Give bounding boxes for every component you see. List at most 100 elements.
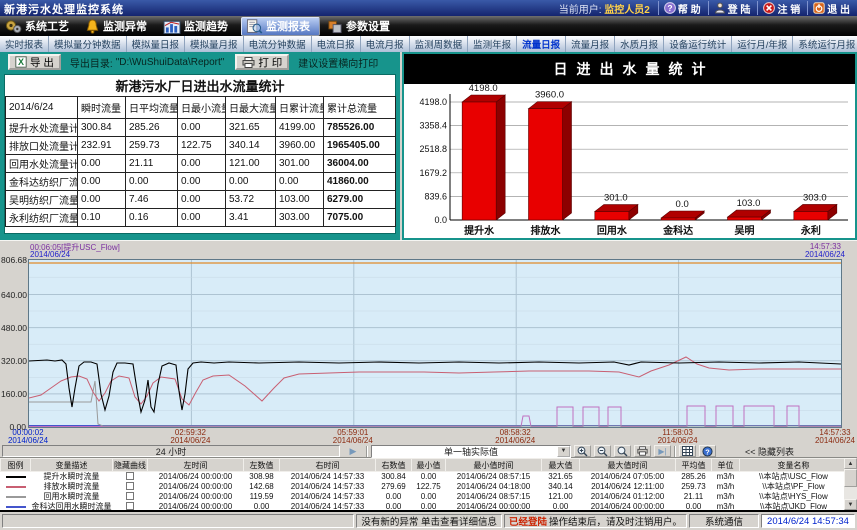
zoom-in-button[interactable]: [574, 445, 591, 457]
grid-cell: 2014/06/24 00:00:00: [446, 502, 542, 512]
hide-curve-checkbox[interactable]: [126, 502, 134, 510]
report-cell: 285.26: [126, 119, 178, 137]
play-button[interactable]: ▶: [343, 446, 363, 457]
subtab-8[interactable]: 监测周数据: [410, 36, 469, 52]
grid-cell: \\本站点\USC_Flow: [740, 472, 848, 483]
grid-cell: 2014/06/24 07:05:00: [580, 472, 676, 483]
grid-scrollbar[interactable]: ▲ ▼: [844, 458, 857, 510]
print-hint: 建议设置横向打印: [298, 55, 378, 70]
bar-ytick-label: 2518.8: [419, 144, 447, 154]
menu-item-alarm-monitor[interactable]: 监测异常: [82, 17, 156, 36]
export-button[interactable]: X 导 出: [8, 54, 61, 70]
subtab-13[interactable]: 设备运行统计: [664, 36, 732, 52]
zoom-reset-icon: [617, 446, 628, 457]
grid-cell: m3/h: [712, 482, 740, 492]
report-cell: 3.41: [226, 209, 276, 227]
subtab-2[interactable]: 模拟量分钟数据: [49, 36, 127, 52]
main-menubar: 系统工艺 监测异常 监测趋势 监测报表 参数设置: [0, 16, 857, 36]
zoom-in-icon: [577, 446, 588, 457]
trend-help-button[interactable]: ?: [699, 445, 716, 457]
grid-cell: 2014/06/24 14:57:33: [280, 482, 376, 492]
subtab-12[interactable]: 水质月报: [615, 36, 664, 52]
grid-column-header: 平均值: [676, 459, 712, 472]
subtab-15[interactable]: 系统运行月报: [793, 36, 857, 52]
grid-cell: 2014/06/24 14:57:33: [280, 492, 376, 502]
logout-button[interactable]: 注 销: [757, 1, 805, 15]
status-comm: 系统通信: [689, 514, 759, 528]
grid-cell: 308.98: [244, 472, 280, 483]
hide-curve-checkbox[interactable]: [126, 472, 134, 480]
show-table-button[interactable]: [679, 445, 696, 457]
grid-cell: 21.11: [676, 492, 712, 502]
bar-category-label: 金科达: [662, 224, 693, 237]
grid-legend-cell: [1, 482, 31, 492]
hide-list-toggle[interactable]: << 隐藏列表: [745, 445, 794, 458]
subtab-1[interactable]: 实时报表: [0, 36, 49, 52]
report-cell: 232.91: [78, 137, 126, 155]
grid-desc-cell: 提升水瞬时流量: [31, 472, 113, 483]
print-button[interactable]: 打 印: [235, 54, 289, 70]
exit-button[interactable]: 退 出: [807, 1, 855, 15]
hide-curve-checkbox[interactable]: [126, 492, 134, 500]
menu-item-system-process[interactable]: 系统工艺: [2, 17, 78, 36]
menu-item-parameter-settings[interactable]: 参数设置: [324, 17, 399, 36]
scroll-up-button[interactable]: ▲: [844, 458, 857, 469]
bar-side-face: [496, 95, 505, 220]
trend-print-button[interactable]: [634, 445, 651, 457]
report-cell: 0.00: [178, 119, 226, 137]
legend-line: [6, 476, 26, 478]
grid-column-header: 最大值: [542, 459, 580, 472]
zoom-out-button[interactable]: [594, 445, 611, 457]
grid-cell: 0.00: [676, 502, 712, 512]
report-subtabs: 实时报表模拟量分钟数据模拟量日报模拟量月报电流分钟数据电流日报电流月报监测周数据…: [0, 36, 857, 52]
step-forward-button[interactable]: ▶|: [654, 445, 671, 457]
subtab-11[interactable]: 流量月报: [566, 36, 615, 52]
subtab-10[interactable]: 流量日报: [517, 36, 566, 52]
menu-item-report[interactable]: 监测报表: [241, 17, 320, 36]
status-alarm-message[interactable]: 没有新的异常 单击查看详细信息: [356, 514, 502, 528]
grid-column-header: 右时间: [280, 459, 376, 472]
trend-plot-area[interactable]: [28, 259, 842, 428]
scroll-down-button[interactable]: ▼: [844, 499, 857, 510]
chevron-down-icon[interactable]: ▼: [557, 446, 570, 457]
subtab-3[interactable]: 模拟量日报: [127, 36, 186, 52]
bar-ytick-label: 1679.2: [419, 168, 447, 178]
menu-item-trend-monitor[interactable]: 监测趋势: [160, 17, 237, 36]
grid-cell: m3/h: [712, 492, 740, 502]
grid-column-header: 左数值: [244, 459, 280, 472]
trend-xtick-label: 05:59:012014/06/24: [333, 429, 373, 445]
help-button[interactable]: ? 帮 助: [658, 1, 706, 15]
subtab-4[interactable]: 模拟量月报: [185, 36, 244, 52]
table-row: 提升水处流量计300.84285.260.00321.654199.007855…: [6, 119, 396, 137]
bar-value-label: 303.0: [803, 192, 827, 203]
help-icon: ?: [702, 446, 713, 457]
subtab-6[interactable]: 电流日报: [312, 36, 361, 52]
trend-duration-box[interactable]: 24 小时: [2, 445, 340, 457]
table-row: 金科达纺织厂流量计0.000.000.000.000.0041860.00: [6, 173, 396, 191]
subtab-7[interactable]: 电流月报: [361, 36, 410, 52]
grid-cell: 0.00: [244, 502, 280, 512]
window-titlebar: 新港污水处理监控系统 当前用户: 监控人员2 ? 帮 助 登 陆 注 销 退 出: [0, 0, 857, 16]
zoom-reset-button[interactable]: [614, 445, 631, 457]
bar-吴明: [728, 217, 762, 220]
bar-回用水: [595, 212, 629, 220]
report-cell: 0.00: [226, 173, 276, 191]
grid-cell: m3/h: [712, 502, 740, 512]
report-column-header: 日平均流量: [126, 97, 178, 119]
subtab-14[interactable]: 运行月/年报: [732, 36, 793, 52]
subtab-5[interactable]: 电流分钟数据: [244, 36, 312, 52]
current-user-label: 当前用户: 监控人员2: [559, 1, 650, 16]
hide-curve-checkbox[interactable]: [126, 482, 134, 490]
report-row-label: 提升水处流量计: [6, 119, 78, 137]
export-dir-label: 导出目录:: [70, 55, 113, 70]
report-cell: 321.65: [226, 119, 276, 137]
xtick-date: 2014/06/24: [658, 437, 698, 445]
window-title: 新港污水处理监控系统: [4, 1, 124, 17]
scroll-thumb[interactable]: [844, 469, 857, 487]
alarm-bell-icon: [85, 19, 100, 34]
legend-line: [6, 496, 26, 498]
grid-column-header: 最小值时间: [446, 459, 542, 472]
axis-mode-select[interactable]: 单一轴实际值 ▼: [371, 445, 571, 458]
login-button[interactable]: 登 陆: [708, 1, 756, 15]
subtab-9[interactable]: 监测年报: [468, 36, 517, 52]
